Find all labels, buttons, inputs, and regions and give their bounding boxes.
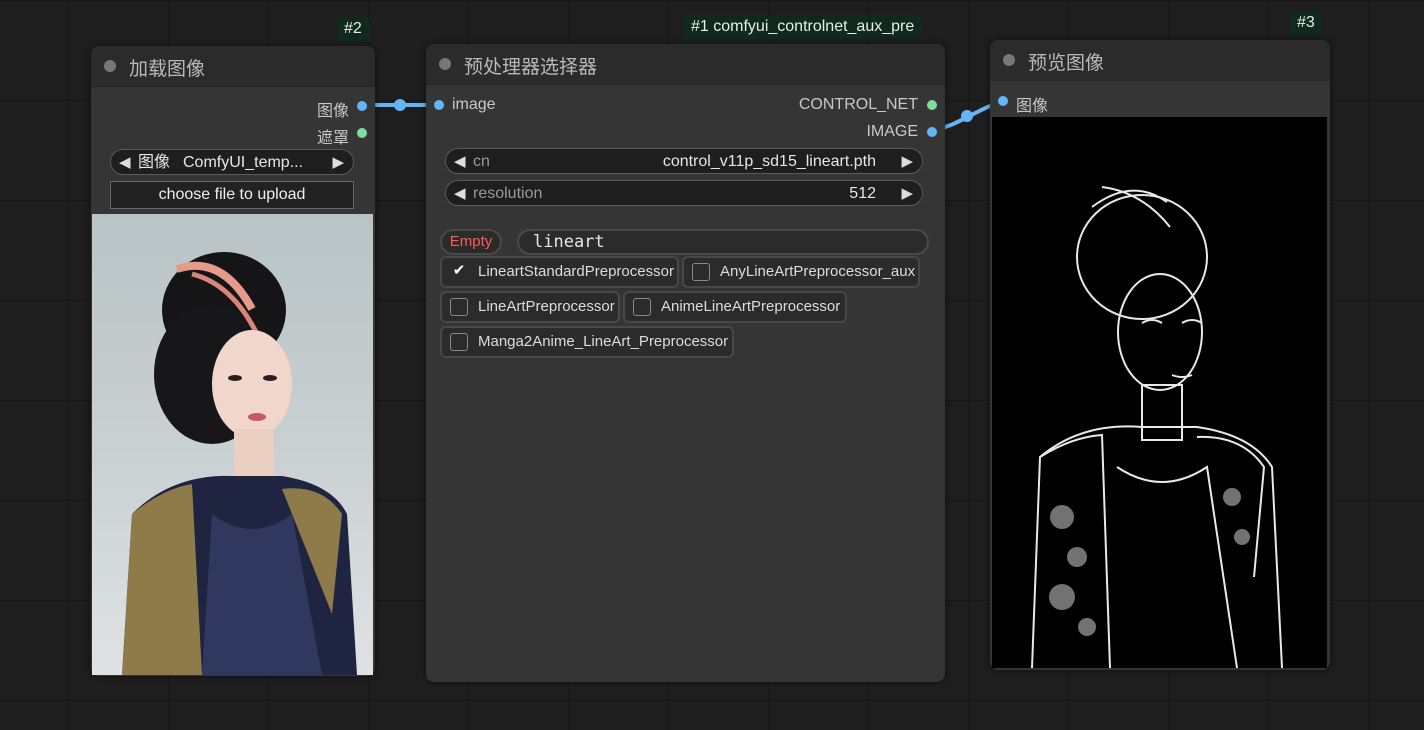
output-label-image: 图像 bbox=[316, 103, 349, 120]
option-label: LineArtPreprocessor bbox=[478, 298, 615, 315]
combo-value: ComfyUI_temp... bbox=[183, 154, 304, 171]
output-label-control-net: CONTROL_NET bbox=[798, 96, 918, 113]
node-title: 预览图像 bbox=[1028, 52, 1105, 74]
left-arrow-icon[interactable]: ◀ bbox=[454, 149, 466, 175]
image-combo[interactable]: ◀ 图像 ComfyUI_temp... ▶ bbox=[110, 149, 354, 175]
option-label: Manga2Anime_LineArt_Preprocessor bbox=[478, 333, 729, 350]
output-slot-control-net[interactable] bbox=[927, 100, 937, 110]
left-arrow-icon[interactable]: ◀ bbox=[454, 181, 466, 207]
input-label-image: 图像 bbox=[1016, 98, 1049, 115]
combo-label: resolution bbox=[473, 185, 543, 202]
right-arrow-icon[interactable]: ▶ bbox=[901, 149, 913, 175]
option-label: LineartStandardPreprocessor bbox=[478, 263, 674, 280]
combo-label: cn bbox=[473, 153, 490, 170]
output-slot-image[interactable] bbox=[357, 101, 367, 111]
link-midpoint-1 bbox=[394, 99, 406, 111]
node-id-badge: #1 comfyui_controlnet_aux_pre bbox=[684, 15, 922, 39]
combo-value: 512 bbox=[849, 185, 876, 202]
node-header[interactable]: 预处理器选择器 bbox=[426, 44, 945, 85]
preview-image bbox=[992, 117, 1327, 668]
checkbox-icon[interactable] bbox=[633, 298, 651, 316]
node-header[interactable]: 加载图像 bbox=[91, 46, 375, 87]
option-manga2anime[interactable]: Manga2Anime_LineArt_Preprocessor bbox=[440, 326, 734, 358]
left-arrow-icon[interactable]: ◀ bbox=[119, 150, 131, 176]
right-arrow-icon[interactable]: ▶ bbox=[332, 150, 344, 176]
input-slot-image[interactable] bbox=[434, 100, 444, 110]
output-label-mask: 遮罩 bbox=[316, 130, 349, 147]
input-label-image: image bbox=[452, 96, 496, 113]
node-title: 加载图像 bbox=[129, 58, 206, 80]
combo-label: 图像 bbox=[138, 154, 171, 171]
right-arrow-icon[interactable]: ▶ bbox=[901, 181, 913, 207]
checkbox-icon[interactable] bbox=[692, 263, 710, 281]
checkbox-icon[interactable] bbox=[450, 333, 468, 351]
empty-button[interactable]: Empty bbox=[440, 229, 502, 255]
collapse-dot-icon[interactable] bbox=[1003, 54, 1015, 66]
option-anylineart-aux[interactable]: AnyLineArtPreprocessor_aux bbox=[682, 256, 920, 288]
option-label: AnimeLineArtPreprocessor bbox=[661, 298, 841, 315]
node-id-badge: #3 bbox=[1290, 11, 1322, 35]
option-anime-lineart[interactable]: AnimeLineArtPreprocessor bbox=[623, 291, 847, 323]
node-header[interactable]: 预览图像 bbox=[990, 40, 1330, 81]
cn-combo[interactable]: ◀ cn control_v11p_sd15_lineart.pth ▶ bbox=[445, 148, 923, 174]
option-lineart[interactable]: LineArtPreprocessor bbox=[440, 291, 620, 323]
checkbox-icon[interactable] bbox=[450, 298, 468, 316]
output-slot-image[interactable] bbox=[927, 127, 937, 137]
collapse-dot-icon[interactable] bbox=[439, 58, 451, 70]
node-id-badge: #2 bbox=[337, 17, 369, 41]
option-lineart-standard[interactable]: ✔ LineartStandardPreprocessor bbox=[440, 256, 679, 288]
upload-button[interactable]: choose file to upload bbox=[110, 181, 354, 209]
search-input[interactable]: lineart bbox=[517, 229, 929, 255]
portrait-image bbox=[92, 214, 373, 675]
input-slot-image[interactable] bbox=[998, 96, 1008, 106]
link-midpoint-2 bbox=[961, 110, 973, 122]
node-title: 预处理器选择器 bbox=[464, 56, 598, 78]
source-image bbox=[92, 214, 373, 675]
option-label: AnyLineArtPreprocessor_aux bbox=[720, 263, 916, 280]
collapse-dot-icon[interactable] bbox=[104, 60, 116, 72]
resolution-combo[interactable]: ◀ resolution 512 ▶ bbox=[445, 180, 923, 206]
output-label-image: IMAGE bbox=[866, 123, 918, 140]
output-slot-mask[interactable] bbox=[357, 128, 367, 138]
check-icon[interactable]: ✔ bbox=[450, 263, 468, 281]
lineart-image bbox=[992, 117, 1327, 668]
preprocessor-selector-node[interactable]: 预处理器选择器 image CONTROL_NET IMAGE ◀ cn con… bbox=[426, 44, 945, 682]
combo-value: control_v11p_sd15_lineart.pth bbox=[662, 153, 876, 170]
